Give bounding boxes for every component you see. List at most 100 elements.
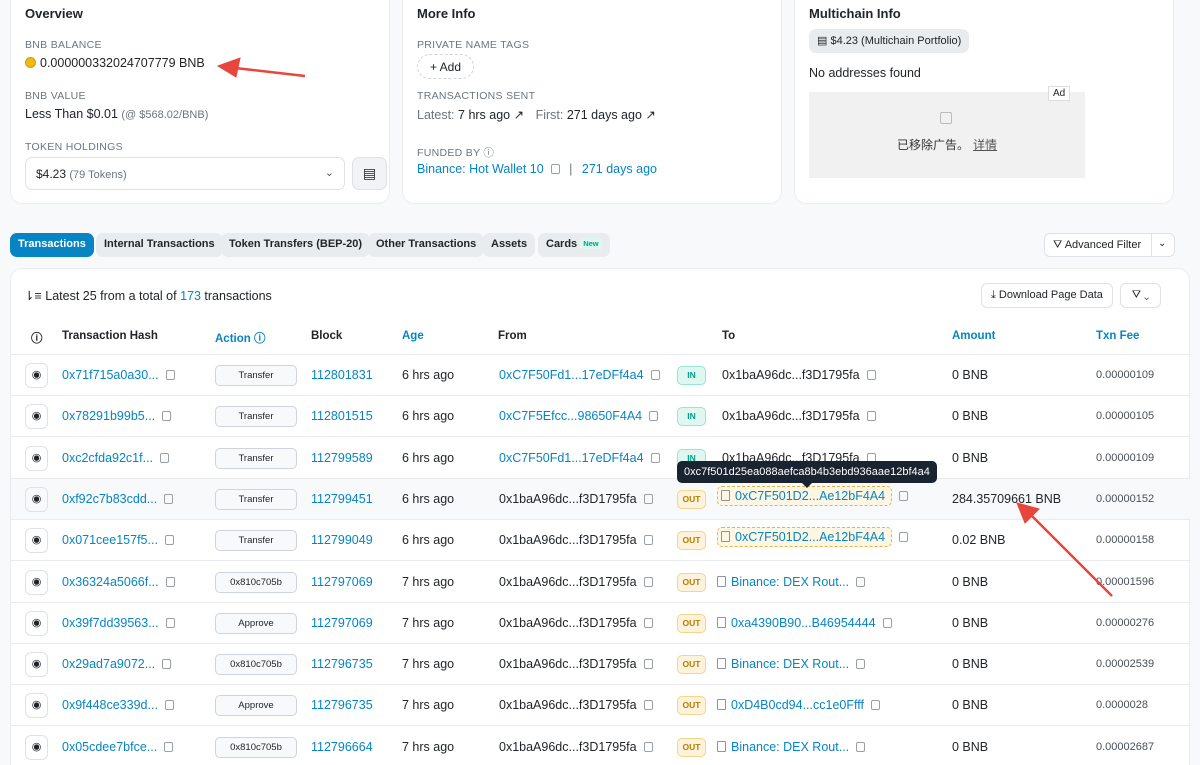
column-header-amount[interactable]: Amount bbox=[952, 330, 995, 342]
copy-icon[interactable] bbox=[899, 532, 909, 543]
funded-by-link[interactable]: Binance: Hot Wallet 10 bbox=[417, 162, 544, 176]
column-header-action[interactable]: Action ⓘ bbox=[215, 330, 265, 346]
copy-icon[interactable] bbox=[649, 411, 659, 422]
download-page-data-button[interactable]: ⤓ Download Page Data bbox=[981, 283, 1113, 308]
latest-tx-link[interactable]: 7 hrs ago bbox=[458, 108, 510, 122]
tab-cards[interactable]: Cards New bbox=[538, 233, 610, 257]
copy-icon[interactable] bbox=[643, 700, 653, 711]
tab-transactions[interactable]: Transactions bbox=[10, 233, 94, 257]
add-private-tag-button[interactable]: + Add bbox=[417, 54, 475, 79]
copy-icon[interactable] bbox=[643, 535, 653, 546]
from-address[interactable]: 0x1baA96dc...f3D1795fa bbox=[499, 492, 637, 506]
tx-hash-link[interactable]: 0x9f448ce339d... bbox=[62, 698, 158, 712]
copy-icon[interactable] bbox=[160, 452, 170, 463]
to-address[interactable]: 0xC7F501D2...Ae12bF4A4 bbox=[735, 530, 885, 544]
token-holdings-dropdown[interactable]: $4.23 (79 Tokens) ⌄ bbox=[25, 157, 345, 190]
from-address[interactable]: 0xC7F50Fd1...17eDFf4a4 bbox=[499, 368, 644, 382]
from-address[interactable]: 0x1baA96dc...f3D1795fa bbox=[499, 698, 637, 712]
copy-icon[interactable] bbox=[856, 741, 866, 752]
tx-hash-link[interactable]: 0x36324a5066f... bbox=[62, 575, 159, 589]
block-link[interactable]: 112796735 bbox=[311, 657, 373, 671]
block-link[interactable]: 112799451 bbox=[311, 492, 373, 506]
block-link[interactable]: 112797069 bbox=[311, 575, 373, 589]
column-header-fee[interactable]: Txn Fee bbox=[1096, 330, 1139, 342]
block-link[interactable]: 112801515 bbox=[311, 409, 373, 423]
copy-icon[interactable] bbox=[643, 493, 653, 504]
copy-icon[interactable] bbox=[899, 490, 909, 501]
advanced-filter-button[interactable]: ⛛ Advanced Filter ⌄ bbox=[1044, 233, 1175, 257]
tab-internal-transactions[interactable]: Internal Transactions bbox=[96, 233, 223, 257]
view-details-button[interactable]: ◉ bbox=[25, 652, 48, 678]
view-details-button[interactable]: ◉ bbox=[25, 363, 48, 388]
tx-hash-link[interactable]: 0x71f715a0a30... bbox=[62, 368, 159, 382]
to-address[interactable]: 0xa4390B90...B46954444 bbox=[731, 616, 876, 630]
tab-token-transfers[interactable]: Token Transfers (BEP-20) bbox=[221, 233, 371, 257]
copy-icon[interactable] bbox=[165, 370, 175, 380]
copy-icon[interactable] bbox=[650, 370, 660, 380]
copy-icon[interactable] bbox=[164, 700, 174, 711]
copy-icon[interactable] bbox=[164, 535, 174, 546]
chevron-down-icon[interactable]: ⌄ bbox=[1158, 238, 1166, 249]
tx-hash-link[interactable]: 0x39f7dd39563... bbox=[62, 616, 159, 630]
tx-hash-link[interactable]: 0x78291b99b5... bbox=[62, 409, 155, 423]
view-details-button[interactable]: ◉ bbox=[25, 693, 48, 719]
from-address[interactable]: 0x1baA96dc...f3D1795fa bbox=[499, 740, 637, 754]
view-details-button[interactable]: ◉ bbox=[25, 404, 48, 430]
copy-icon[interactable] bbox=[882, 617, 892, 628]
copy-icon[interactable] bbox=[856, 576, 866, 587]
from-address[interactable]: 0x1baA96dc...f3D1795fa bbox=[499, 575, 637, 589]
block-link[interactable]: 112799049 bbox=[311, 533, 373, 547]
to-address[interactable]: Binance: DEX Rout... bbox=[731, 657, 849, 671]
copy-icon[interactable] bbox=[162, 411, 172, 422]
tx-hash-link[interactable]: 0x29ad7a9072... bbox=[62, 657, 155, 671]
multichain-wallet-button[interactable]: ▤ bbox=[352, 157, 387, 190]
copy-icon[interactable] bbox=[643, 617, 653, 628]
copy-icon[interactable] bbox=[643, 659, 653, 670]
help-icon[interactable]: ⓘ bbox=[31, 330, 43, 346]
block-link[interactable]: 112801831 bbox=[311, 368, 373, 382]
ad-details-link[interactable]: 详情 bbox=[973, 138, 997, 152]
copy-icon[interactable] bbox=[164, 493, 174, 504]
copy-icon[interactable] bbox=[866, 370, 876, 380]
tx-hash-link[interactable]: 0x071cee157f5... bbox=[62, 533, 158, 547]
from-address[interactable]: 0xC7F50Fd1...17eDFf4a4 bbox=[499, 451, 644, 465]
copy-icon[interactable] bbox=[162, 659, 172, 670]
copy-icon[interactable] bbox=[550, 164, 560, 174]
to-address[interactable]: 0x1baA96dc...f3D1795fa bbox=[722, 409, 860, 423]
from-address[interactable]: 0xC7F5Efcc...98650F4A4 bbox=[499, 409, 642, 423]
tx-hash-link[interactable]: 0xf92c7b83cdd... bbox=[62, 492, 157, 506]
to-address[interactable]: 0xC7F501D2...Ae12bF4A4 bbox=[735, 489, 885, 503]
view-details-button[interactable]: ◉ bbox=[25, 734, 48, 760]
funded-age-link[interactable]: 271 days ago bbox=[582, 162, 657, 176]
copy-icon[interactable] bbox=[643, 576, 653, 587]
view-details-button[interactable]: ◉ bbox=[25, 445, 48, 471]
copy-icon[interactable] bbox=[650, 452, 660, 463]
from-address[interactable]: 0x1baA96dc...f3D1795fa bbox=[499, 657, 637, 671]
block-link[interactable]: 112796664 bbox=[311, 740, 373, 754]
copy-icon[interactable] bbox=[165, 576, 175, 587]
multichain-portfolio-button[interactable]: ▤ $4.23 (Multichain Portfolio) bbox=[809, 29, 970, 53]
tab-other-transactions[interactable]: Other Transactions bbox=[368, 233, 485, 257]
from-address[interactable]: 0x1baA96dc...f3D1795fa bbox=[499, 533, 637, 547]
block-link[interactable]: 112796735 bbox=[311, 698, 373, 712]
block-link[interactable]: 112797069 bbox=[311, 616, 373, 630]
view-details-button[interactable]: ◉ bbox=[25, 569, 48, 595]
to-address[interactable]: 0xD4B0cd94...cc1e0Ffff bbox=[731, 698, 864, 712]
column-header-age[interactable]: Age bbox=[402, 330, 424, 342]
tx-hash-link[interactable]: 0xc2cfda92c1f... bbox=[62, 451, 153, 465]
from-address[interactable]: 0x1baA96dc...f3D1795fa bbox=[499, 616, 637, 630]
view-details-button[interactable]: ◉ bbox=[25, 486, 48, 512]
tx-hash-link[interactable]: 0x05cdee7bfce... bbox=[62, 740, 157, 754]
to-address[interactable]: Binance: DEX Rout... bbox=[731, 575, 849, 589]
first-tx-link[interactable]: 271 days ago bbox=[567, 108, 642, 122]
copy-icon[interactable] bbox=[643, 741, 653, 752]
to-address[interactable]: 0x1baA96dc...f3D1795fa bbox=[722, 368, 860, 382]
column-filter-button[interactable]: ⛛ ⌄ bbox=[1120, 283, 1161, 308]
copy-icon[interactable] bbox=[870, 700, 880, 711]
tab-assets[interactable]: Assets bbox=[483, 233, 536, 257]
copy-icon[interactable] bbox=[856, 659, 866, 670]
copy-icon[interactable] bbox=[164, 741, 174, 752]
to-address[interactable]: Binance: DEX Rout... bbox=[731, 740, 849, 754]
view-details-button[interactable]: ◉ bbox=[25, 528, 48, 554]
block-link[interactable]: 112799589 bbox=[311, 451, 373, 465]
